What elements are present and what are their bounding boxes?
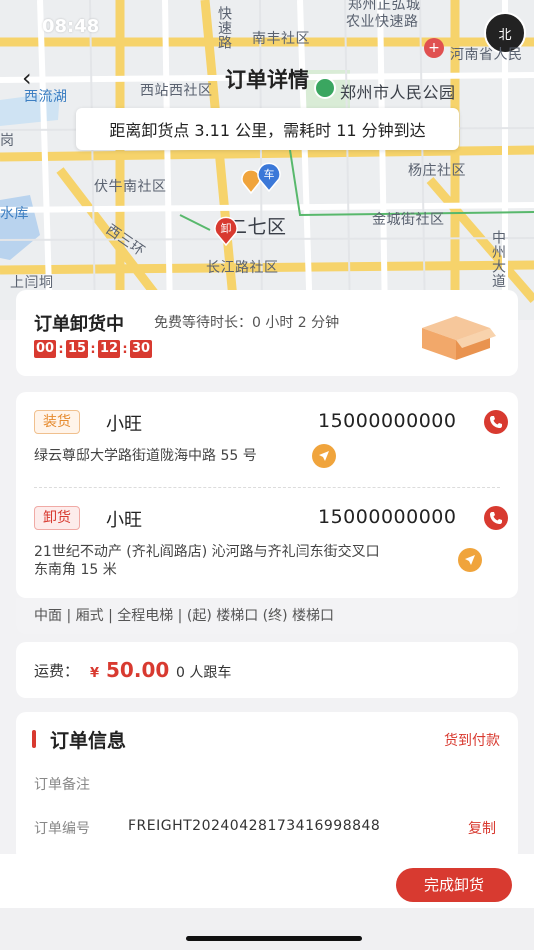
- vehicle-requirements: 中面 | 厢式 | 全程电梯 | (起) 楼梯口 (终) 楼梯口: [16, 598, 518, 634]
- fee-value: 50.00: [106, 658, 170, 682]
- timer-minutes: 12: [98, 340, 120, 358]
- map-label: 中州大道: [490, 230, 506, 288]
- page-title: 订单详情: [225, 68, 309, 92]
- map-label: 南丰社区: [252, 31, 310, 47]
- svg-text:卸: 卸: [221, 221, 232, 235]
- fee-amount: ¥ 50.00: [90, 658, 169, 682]
- box-icon: [422, 316, 496, 360]
- countdown-timer: 00: 15: 12: 30: [34, 340, 152, 358]
- followers-count: 0 人跟车: [176, 665, 232, 681]
- navigation-arrow-icon: [465, 555, 475, 565]
- unload-address-line2: 东南角 15 米: [34, 562, 117, 578]
- fee-card: 运费： ¥ 50.00 0 人跟车: [16, 642, 518, 698]
- unload-contact-phone[interactable]: 15000000000: [318, 506, 456, 528]
- timer-days: 00: [34, 340, 56, 358]
- timer-hours: 15: [66, 340, 88, 358]
- map-label: 伏牛南社区: [94, 179, 167, 195]
- fee-label: 运费：: [34, 662, 80, 680]
- unload-contact-name: 小旺: [106, 510, 142, 531]
- phone-icon: [490, 416, 502, 428]
- navigate-unload-button[interactable]: [458, 548, 482, 572]
- svg-text:车: 车: [264, 167, 275, 181]
- map-label: 快速路: [216, 6, 232, 50]
- load-address: 绿云尊邸大学路街道陇海中路 55 号: [34, 448, 257, 464]
- call-unload-button[interactable]: [484, 506, 508, 530]
- map-label: 杨庄社区: [408, 163, 466, 179]
- complete-unloading-button[interactable]: 完成卸货: [396, 868, 512, 902]
- load-contact-name: 小旺: [106, 414, 142, 435]
- order-number-label: 订单编号: [34, 821, 90, 837]
- order-info-title: 订单信息: [50, 730, 127, 752]
- map-label: 岗: [0, 133, 15, 149]
- timer-seconds: 30: [130, 340, 152, 358]
- car-pin-icon: 车: [257, 162, 281, 192]
- map-label: 金城街社区: [372, 212, 445, 228]
- route-card: 装货 小旺 15000000000 绿云尊邸大学路街道陇海中路 55 号 卸货 …: [16, 392, 518, 598]
- phone-icon: [490, 512, 502, 524]
- map-label: 长江路社区: [206, 260, 279, 276]
- order-remark-label: 订单备注: [34, 777, 90, 793]
- navigate-load-button[interactable]: [312, 444, 336, 468]
- map-label: 农业快速路: [346, 14, 419, 30]
- unloading-status-card: 订单卸货中 免费等待时长：0 小时 2 分钟 00: 15: 12: 30: [16, 290, 518, 376]
- load-contact-phone[interactable]: 15000000000: [318, 410, 456, 432]
- bottom-safe-area: [0, 908, 534, 950]
- order-info-card: 订单信息 货到付款 订单备注 订单编号 FREIGHT2024042817341…: [16, 712, 518, 862]
- home-indicator[interactable]: [186, 936, 362, 941]
- unload-tag: 卸货: [34, 506, 80, 530]
- order-number-value: FREIGHT20240428173416998848: [128, 818, 381, 834]
- free-wait-time: 免费等待时长：0 小时 2 分钟: [154, 315, 340, 331]
- copy-order-number-button[interactable]: 复制: [468, 818, 496, 838]
- navigation-arrow-icon: [319, 451, 329, 461]
- section-marker: [32, 730, 36, 748]
- divider: [34, 487, 500, 488]
- currency-symbol: ¥: [90, 666, 100, 681]
- map-label: 水库: [0, 206, 29, 222]
- status-title: 订单卸货中: [34, 314, 124, 335]
- unload-address-line1: 21世纪不动产 (齐礼阎路店) 沁河路与齐礼闫东街交叉口: [34, 544, 380, 560]
- hospital-poi-icon: +: [424, 38, 444, 58]
- map-label: 河南省人民: [450, 47, 523, 63]
- payment-method: 货到付款: [444, 733, 500, 749]
- route-map[interactable]: 08:48 北 郑州正弘城 农业快速路 南丰社区 快速路 河南省人民 西流湖 西…: [0, 0, 534, 320]
- map-label: 上闫垌: [10, 275, 54, 291]
- distance-banner: 距离卸货点 3.11 公里，需耗时 11 分钟到达: [76, 108, 459, 150]
- unload-pin-icon[interactable]: 卸: [212, 216, 240, 246]
- load-tag: 装货: [34, 410, 80, 434]
- status-time: 08:48: [42, 16, 100, 37]
- call-load-button[interactable]: [484, 410, 508, 434]
